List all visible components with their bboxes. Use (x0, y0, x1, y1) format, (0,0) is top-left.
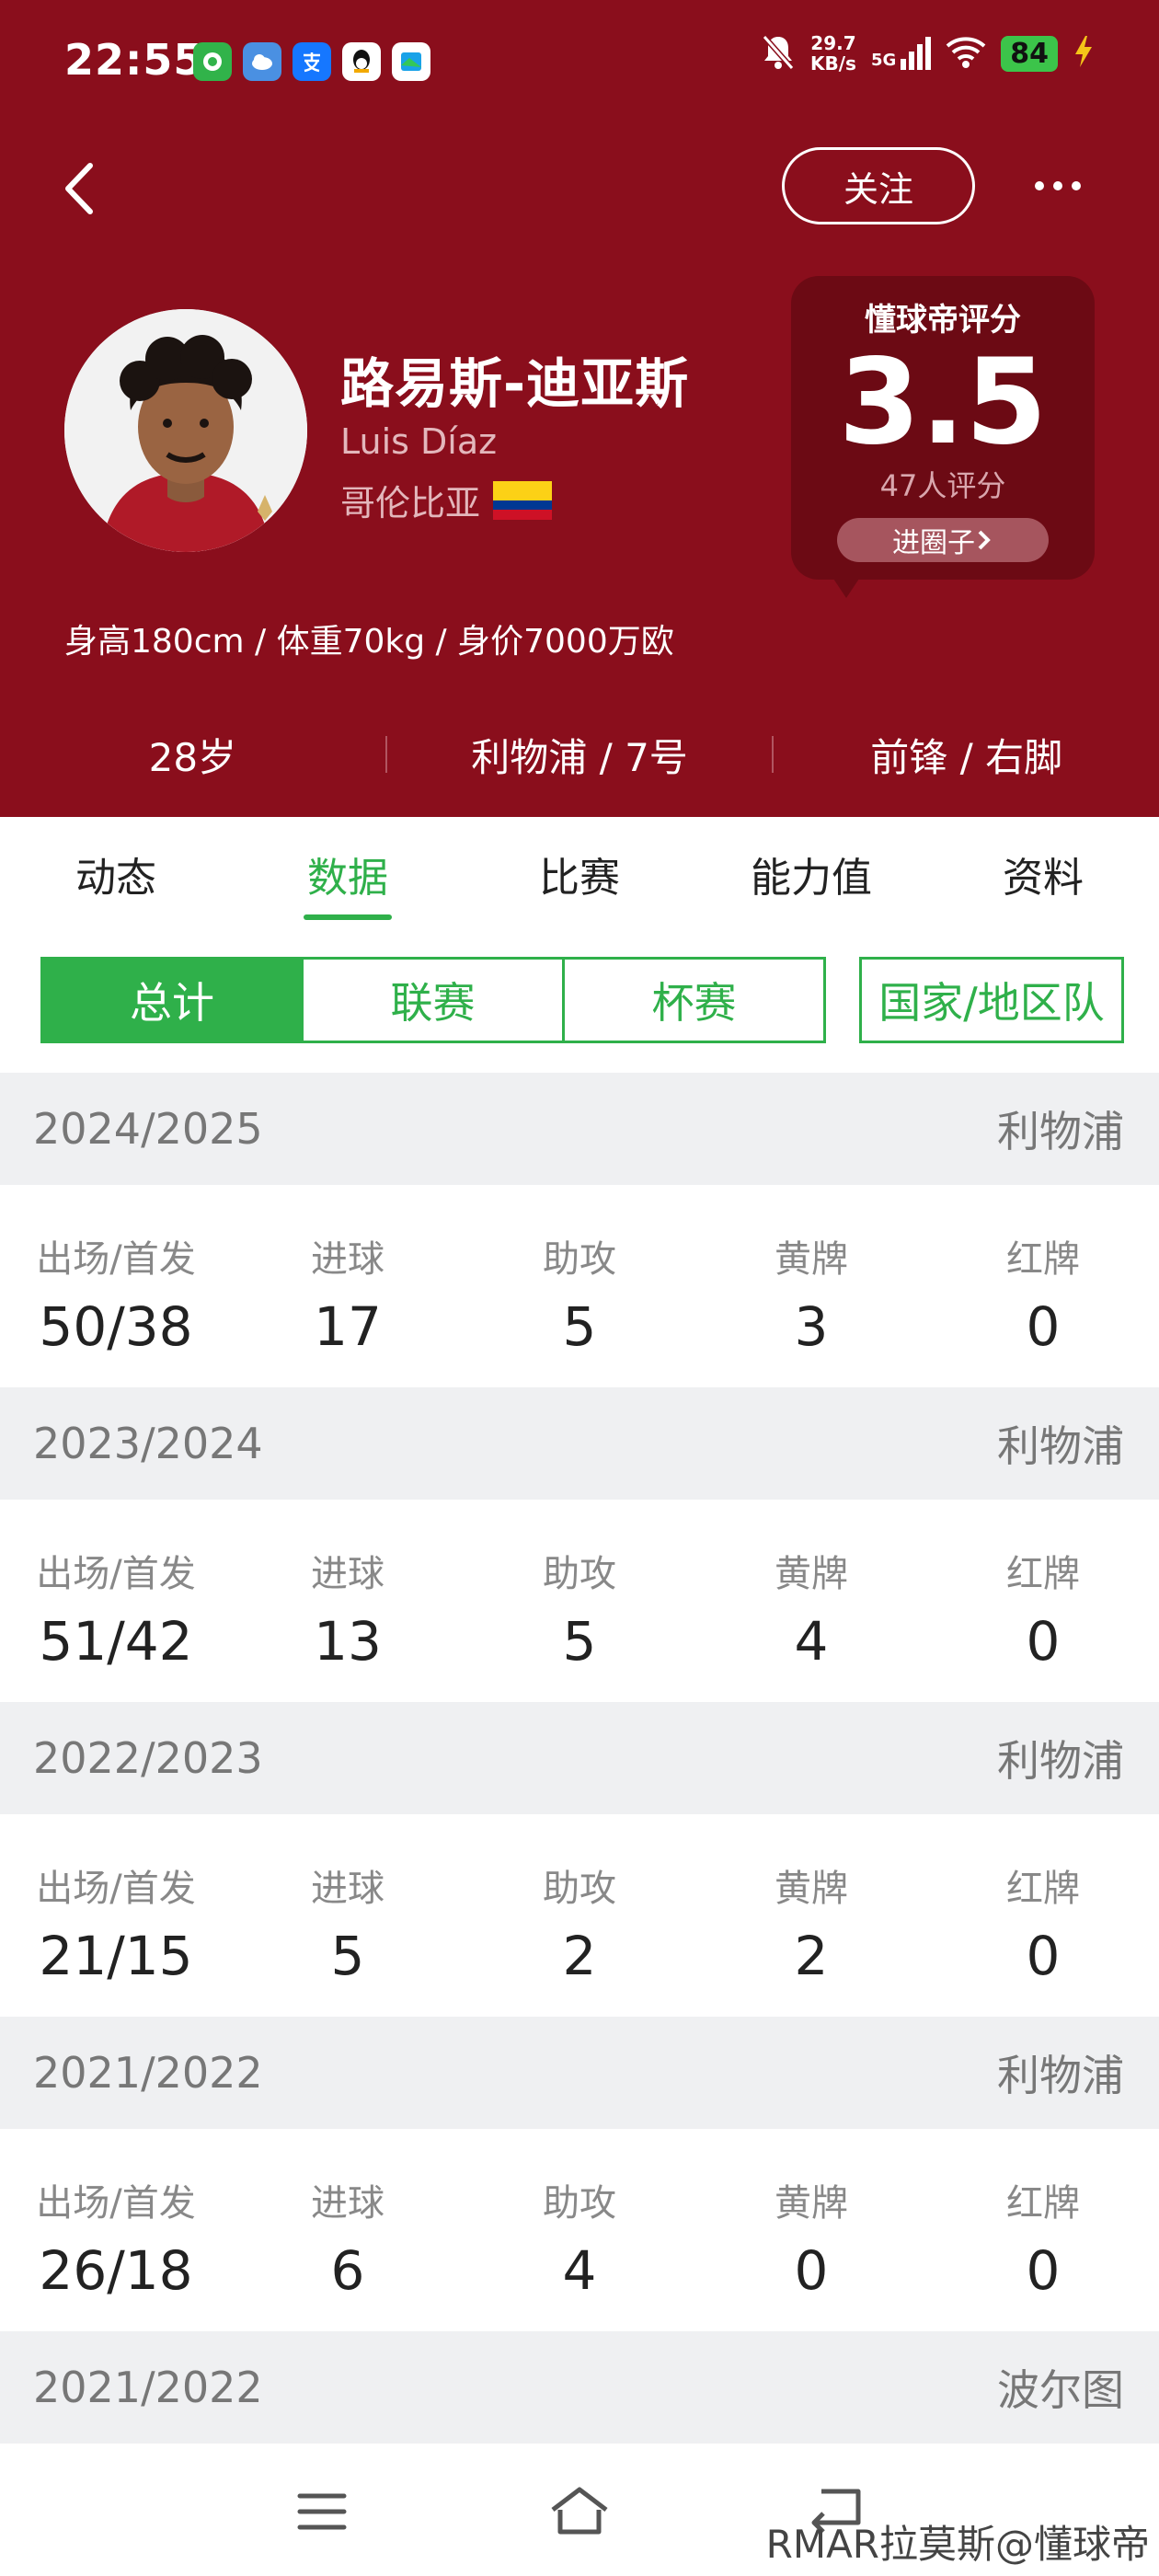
status-bar: 22:55 29.7 KB/s 5G 84 (0, 0, 1159, 120)
season-team: 利物浦 (997, 1736, 1124, 1786)
home-button[interactable] (538, 2475, 621, 2548)
stat-assists: 助攻 4 (543, 2182, 616, 2302)
stat-red-cards: 红牌 0 (1006, 1553, 1080, 1673)
season-header[interactable]: 2021/2022 利物浦 (0, 2017, 1159, 2129)
season-stats-list: 2024/2025 利物浦 出场/首发 50/38 进球 17 助攻 5 黄牌 3 红牌… (0, 1073, 1159, 2444)
season-stats-row: 出场/首发 51/42 进球 13 助攻 5 黄牌 4 红牌 0 (0, 1500, 1159, 1702)
season-team: 利物浦 (997, 2051, 1124, 2100)
map-app-icon (392, 42, 430, 81)
battery-level: 84 (1001, 35, 1058, 72)
season-stats-row: 出场/首发 21/15 进球 5 助攻 2 黄牌 2 红牌 0 (0, 1814, 1159, 2017)
stat-yellow-cards: 黄牌 4 (775, 1553, 848, 1673)
tab-ability[interactable]: 能力值 (695, 817, 927, 926)
player-nationality: 哥伦比亚 (340, 475, 553, 525)
wifi-icon (946, 35, 986, 72)
rating-card: 懂球帝评分 3.5 47人评分 进圈子 (791, 276, 1095, 580)
charging-icon (1073, 34, 1095, 73)
season-team: 利物浦 (997, 1421, 1124, 1471)
stat-goals: 进球 5 (311, 1868, 384, 1987)
chevron-left-icon (65, 163, 93, 214)
player-club-number: 利物浦 / 7号 (471, 734, 688, 780)
status-indicators: 29.7 KB/s 5G 84 (761, 33, 1095, 74)
qq-icon (342, 42, 381, 81)
home-icon (551, 2487, 608, 2535)
stat-yellow-cards: 黄牌 2 (775, 1868, 848, 1987)
rating-title: 懂球帝评分 (865, 302, 1021, 339)
season-team: 利物浦 (997, 1107, 1124, 1156)
tab-feed[interactable]: 动态 (0, 817, 232, 926)
chevron-right-icon (978, 530, 991, 550)
stat-apps: 出场/首发 26/18 (36, 2182, 196, 2302)
stat-apps: 出场/首发 51/42 (36, 1553, 196, 1673)
season-label: 2023/2024 (33, 1419, 263, 1468)
rating-card-tail (828, 570, 865, 598)
season-header[interactable]: 2024/2025 利物浦 (0, 1073, 1159, 1185)
stat-assists: 助攻 5 (543, 1238, 616, 1358)
menu-icon (297, 2493, 347, 2530)
tab-profile[interactable]: 资料 (927, 817, 1159, 926)
country-label: 哥伦比亚 (340, 483, 481, 523)
cloud-icon (243, 42, 281, 81)
stat-red-cards: 红牌 0 (1006, 2182, 1080, 2302)
player-header: 22:55 29.7 KB/s 5G 84 关注 路易斯-迪亚斯 Luis Dí… (0, 0, 1159, 817)
join-circle-button[interactable]: 进圈子 (837, 518, 1049, 562)
tab-matches[interactable]: 比赛 (464, 817, 695, 926)
status-time: 22:55 (64, 35, 204, 85)
notification-icons (193, 42, 430, 81)
header-stats: 28岁 利物浦 / 7号 前锋 / 右脚 (0, 718, 1159, 791)
stat-assists: 助攻 2 (543, 1868, 616, 1987)
back-button[interactable] (53, 156, 109, 221)
filter-national-team[interactable]: 国家/地区队 (859, 957, 1124, 1043)
player-name-cn: 路易斯-迪亚斯 (340, 352, 690, 415)
stat-goals: 进球 6 (311, 2182, 384, 2302)
stat-red-cards: 红牌 0 (1006, 1238, 1080, 1358)
stat-apps: 出场/首发 21/15 (36, 1868, 196, 1987)
filter-league[interactable]: 联赛 (304, 957, 565, 1043)
rating-score: 3.5 (838, 334, 1048, 471)
season-header[interactable]: 2021/2022 波尔图 (0, 2331, 1159, 2444)
tab-bar: 动态 数据 比赛 能力值 资料 (0, 817, 1159, 926)
season-label: 2022/2023 (33, 1733, 263, 1783)
rating-count: 47人评分 (879, 468, 1006, 503)
stat-yellow-cards: 黄牌 3 (775, 1238, 848, 1358)
filter-total[interactable]: 总计 (40, 957, 304, 1043)
alipay-icon (293, 42, 331, 81)
more-dot-icon (1035, 181, 1044, 190)
season-stats-row: 出场/首发 50/38 进球 17 助攻 5 黄牌 3 红牌 0 (0, 1185, 1159, 1387)
season-label: 2024/2025 (33, 1104, 263, 1154)
menu-button[interactable] (281, 2475, 363, 2548)
stat-filter-group: 总计 联赛 杯赛 国家/地区队 (40, 957, 1124, 1043)
season-header[interactable]: 2022/2023 利物浦 (0, 1702, 1159, 1814)
body-info: 身高180cm / 体重70kg / 身价7000万欧 (64, 623, 674, 661)
season-label: 2021/2022 (33, 2048, 263, 2098)
wechat-icon (193, 42, 232, 81)
more-dot-icon (1072, 181, 1081, 190)
season-label: 2021/2022 (33, 2363, 263, 2412)
net-speed: 29.7 KB/s (809, 32, 856, 75)
tab-data[interactable]: 数据 (232, 817, 464, 926)
player-name-en: Luis Díaz (340, 421, 498, 462)
signal-icon: 5G (871, 37, 932, 70)
stat-red-cards: 红牌 0 (1006, 1868, 1080, 1987)
season-header[interactable]: 2023/2024 利物浦 (0, 1387, 1159, 1500)
stat-yellow-cards: 黄牌 0 (775, 2182, 848, 2302)
player-avatar (64, 309, 307, 552)
watermark: RMAR拉莫斯@懂球帝 (765, 2522, 1150, 2567)
colombia-flag-icon (493, 480, 553, 520)
season-team: 波尔图 (997, 2365, 1124, 2415)
stat-goals: 进球 17 (311, 1238, 384, 1358)
stat-apps: 出场/首发 50/38 (36, 1238, 196, 1358)
stat-assists: 助攻 5 (543, 1553, 616, 1673)
mute-icon (761, 33, 796, 74)
player-age: 28岁 (148, 734, 237, 780)
more-dot-icon (1053, 181, 1062, 190)
season-stats-row: 出场/首发 26/18 进球 6 助攻 4 黄牌 0 红牌 0 (0, 2129, 1159, 2331)
stat-goals: 进球 13 (311, 1553, 384, 1673)
filter-cup[interactable]: 杯赛 (565, 957, 826, 1043)
player-position-foot: 前锋 / 右脚 (870, 734, 1063, 780)
more-options-button[interactable] (1021, 158, 1095, 213)
follow-button[interactable]: 关注 (782, 147, 975, 224)
